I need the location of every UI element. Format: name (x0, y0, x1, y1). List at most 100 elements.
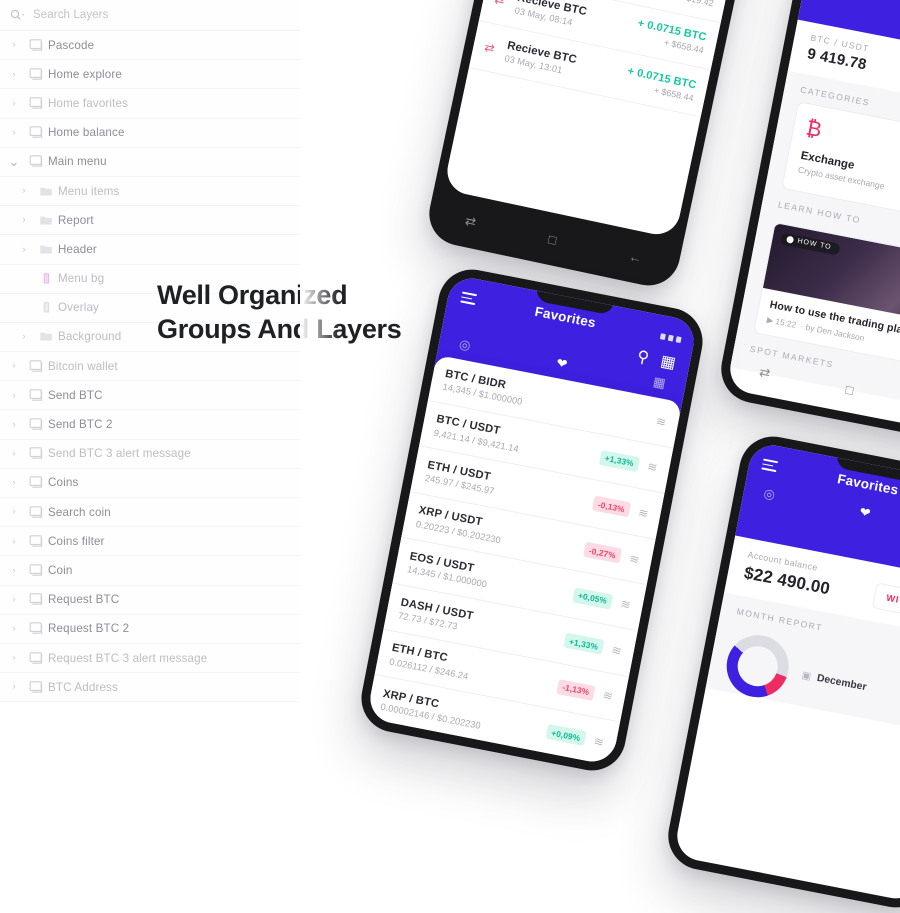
back-icon[interactable]: ← (628, 248, 644, 265)
layer-row[interactable]: › Request BTC 3 alert message (0, 643, 300, 674)
layer-row[interactable]: › Coins filter (0, 527, 300, 557)
layer-row[interactable]: › Send BTC 2 (0, 410, 300, 440)
chevron-right-icon[interactable]: › (4, 537, 24, 547)
layer-row[interactable]: › Send BTC (0, 381, 300, 411)
compass-icon[interactable]: ◎ (458, 336, 472, 354)
recents-icon[interactable]: ⇄ (464, 213, 478, 231)
wallet-icon[interactable]: ▦ (652, 374, 667, 392)
headline-line-1: Well Organized (157, 280, 348, 310)
layer-row[interactable]: › Request BTC 2 (0, 614, 300, 644)
chevron-right-icon[interactable]: › (4, 566, 24, 576)
sparkline-icon: ≋ (601, 688, 615, 704)
artboard-icon (24, 155, 48, 168)
folder-icon (34, 243, 58, 256)
search-input[interactable] (33, 9, 233, 21)
layer-row[interactable]: › Menu items (0, 176, 300, 207)
chevron-right-icon[interactable]: › (4, 70, 24, 80)
layer-name: Send BTC 2 (48, 418, 113, 432)
chevron-right-icon[interactable]: › (14, 332, 34, 342)
month-label: December (815, 672, 868, 693)
artboard-icon (24, 418, 48, 431)
chevron-right-icon[interactable]: › (4, 391, 24, 401)
chevron-right-icon[interactable]: › (4, 653, 24, 663)
chevron-right-icon[interactable]: › (4, 682, 24, 692)
artboard-icon (24, 389, 48, 402)
month-picker[interactable]: ▣ December (801, 669, 868, 692)
artboard-icon (24, 97, 48, 110)
artboard-icon (24, 447, 48, 460)
layer-name: Home balance (48, 126, 125, 140)
layer-name: Send BTC (48, 388, 103, 402)
layer-row[interactable]: › Coins (0, 468, 300, 498)
phone-mockup-explore: ◎ BTC / USDT 9 419.78 CATEGORIES ₿ Excha… (715, 0, 900, 444)
sparkline-icon: ≋ (610, 642, 623, 659)
layer-row[interactable]: › BTC Address (0, 673, 300, 703)
artboard-icon (24, 359, 48, 373)
favorites-list[interactable]: BTC / BIDR 14,345 / $1.000000 ≋ BTC / USDT 9… (366, 354, 683, 766)
change-badge: +0,09% (545, 724, 587, 747)
layer-name: Background (58, 330, 122, 344)
headline-line-2: Groups And Layers (157, 314, 402, 345)
withdraw-button[interactable]: WITHDRAW (872, 582, 900, 624)
layer-name: Send BTC 3 alert message (48, 447, 191, 461)
layer-name: Request BTC 2 (48, 622, 130, 636)
layer-name: Header (58, 242, 97, 256)
layer-row[interactable]: › Header (0, 235, 300, 265)
sparkline-icon: ≋ (654, 413, 668, 430)
chevron-right-icon[interactable]: › (4, 99, 24, 109)
chevron-right-icon[interactable]: › (14, 215, 34, 225)
chevron-right-icon[interactable]: › (4, 449, 24, 459)
phone-screen-favorites: Favorites ⚲ ▦ ◎ ❤ ▦ BTC / BIDR 14,345 / $… (366, 274, 698, 766)
layer-row[interactable]: › Pascode (0, 31, 300, 61)
change-badge: +1,33% (598, 449, 640, 473)
heart-icon[interactable]: ❤ (858, 504, 872, 522)
compass-icon[interactable]: ◎ (762, 485, 776, 503)
layer-name: Menu bg (58, 272, 105, 286)
hamburger-icon[interactable] (761, 458, 779, 473)
home-icon[interactable]: □ (547, 231, 558, 247)
chevron-right-icon[interactable]: › (4, 478, 24, 488)
layer-name: Overlay (58, 301, 99, 315)
layer-tree[interactable]: › Pascode › Home explore › Home favorites › Hom… (0, 31, 300, 703)
chevron-right-icon[interactable]: › (4, 128, 24, 138)
home-icon[interactable]: □ (844, 381, 855, 397)
layer-name: Home favorites (48, 96, 129, 110)
change-badge: -0,13% (591, 495, 631, 518)
qr-code-icon[interactable]: ▦ (659, 351, 678, 374)
chevron-right-icon[interactable]: › (4, 361, 24, 371)
layer-row[interactable]: › Report (0, 206, 300, 236)
chevron-right-icon[interactable]: › (14, 186, 34, 196)
layer-row[interactable]: › Home balance (0, 118, 300, 148)
layer-row[interactable]: › Coin (0, 556, 300, 586)
folder-icon (34, 330, 58, 343)
favorites-sheet: BTC / BIDR 14,345 / $1.000000 ≋ BTC / USDT 9… (366, 354, 683, 766)
heart-icon[interactable]: ❤ (555, 355, 569, 373)
chevron-right-icon[interactable]: › (4, 624, 24, 634)
layer-row[interactable]: › Search coin (0, 498, 300, 528)
chevron-right-icon[interactable]: › (4, 40, 24, 50)
layer-row[interactable]: › Bitcoin wallet (0, 352, 300, 382)
arrow-receive-icon: ⇄ (483, 39, 496, 56)
layer-row[interactable]: › Send BTC 3 alert message (0, 439, 300, 469)
hamburger-icon[interactable] (460, 291, 478, 306)
layer-row[interactable]: › Home favorites (0, 89, 300, 119)
search-icon[interactable] (10, 9, 26, 21)
artboard-icon (24, 476, 48, 489)
search-icon[interactable]: ⚲ (635, 346, 651, 368)
layer-name: Menu items (58, 184, 120, 198)
layer-row[interactable]: › Home explore (0, 60, 300, 90)
layer-row[interactable]: ⌄ Main menu (0, 147, 300, 177)
chevron-right-icon[interactable]: › (4, 420, 24, 430)
layer-name: Pascode (48, 38, 95, 52)
rect-gray-icon (34, 301, 58, 314)
search-layers-row[interactable] (0, 0, 300, 31)
layer-name: Report (58, 213, 94, 227)
artboard-icon (24, 535, 48, 548)
layer-row[interactable]: › Request BTC (0, 585, 300, 615)
chevron-right-icon[interactable]: › (4, 507, 24, 517)
recents-icon[interactable]: ⇄ (758, 364, 772, 382)
chevron-right-icon[interactable]: › (4, 595, 24, 605)
chevron-down-icon[interactable]: ⌄ (4, 155, 24, 168)
page-title: Well Organized Groups And Layers (157, 278, 402, 346)
chevron-right-icon[interactable]: › (14, 245, 34, 255)
